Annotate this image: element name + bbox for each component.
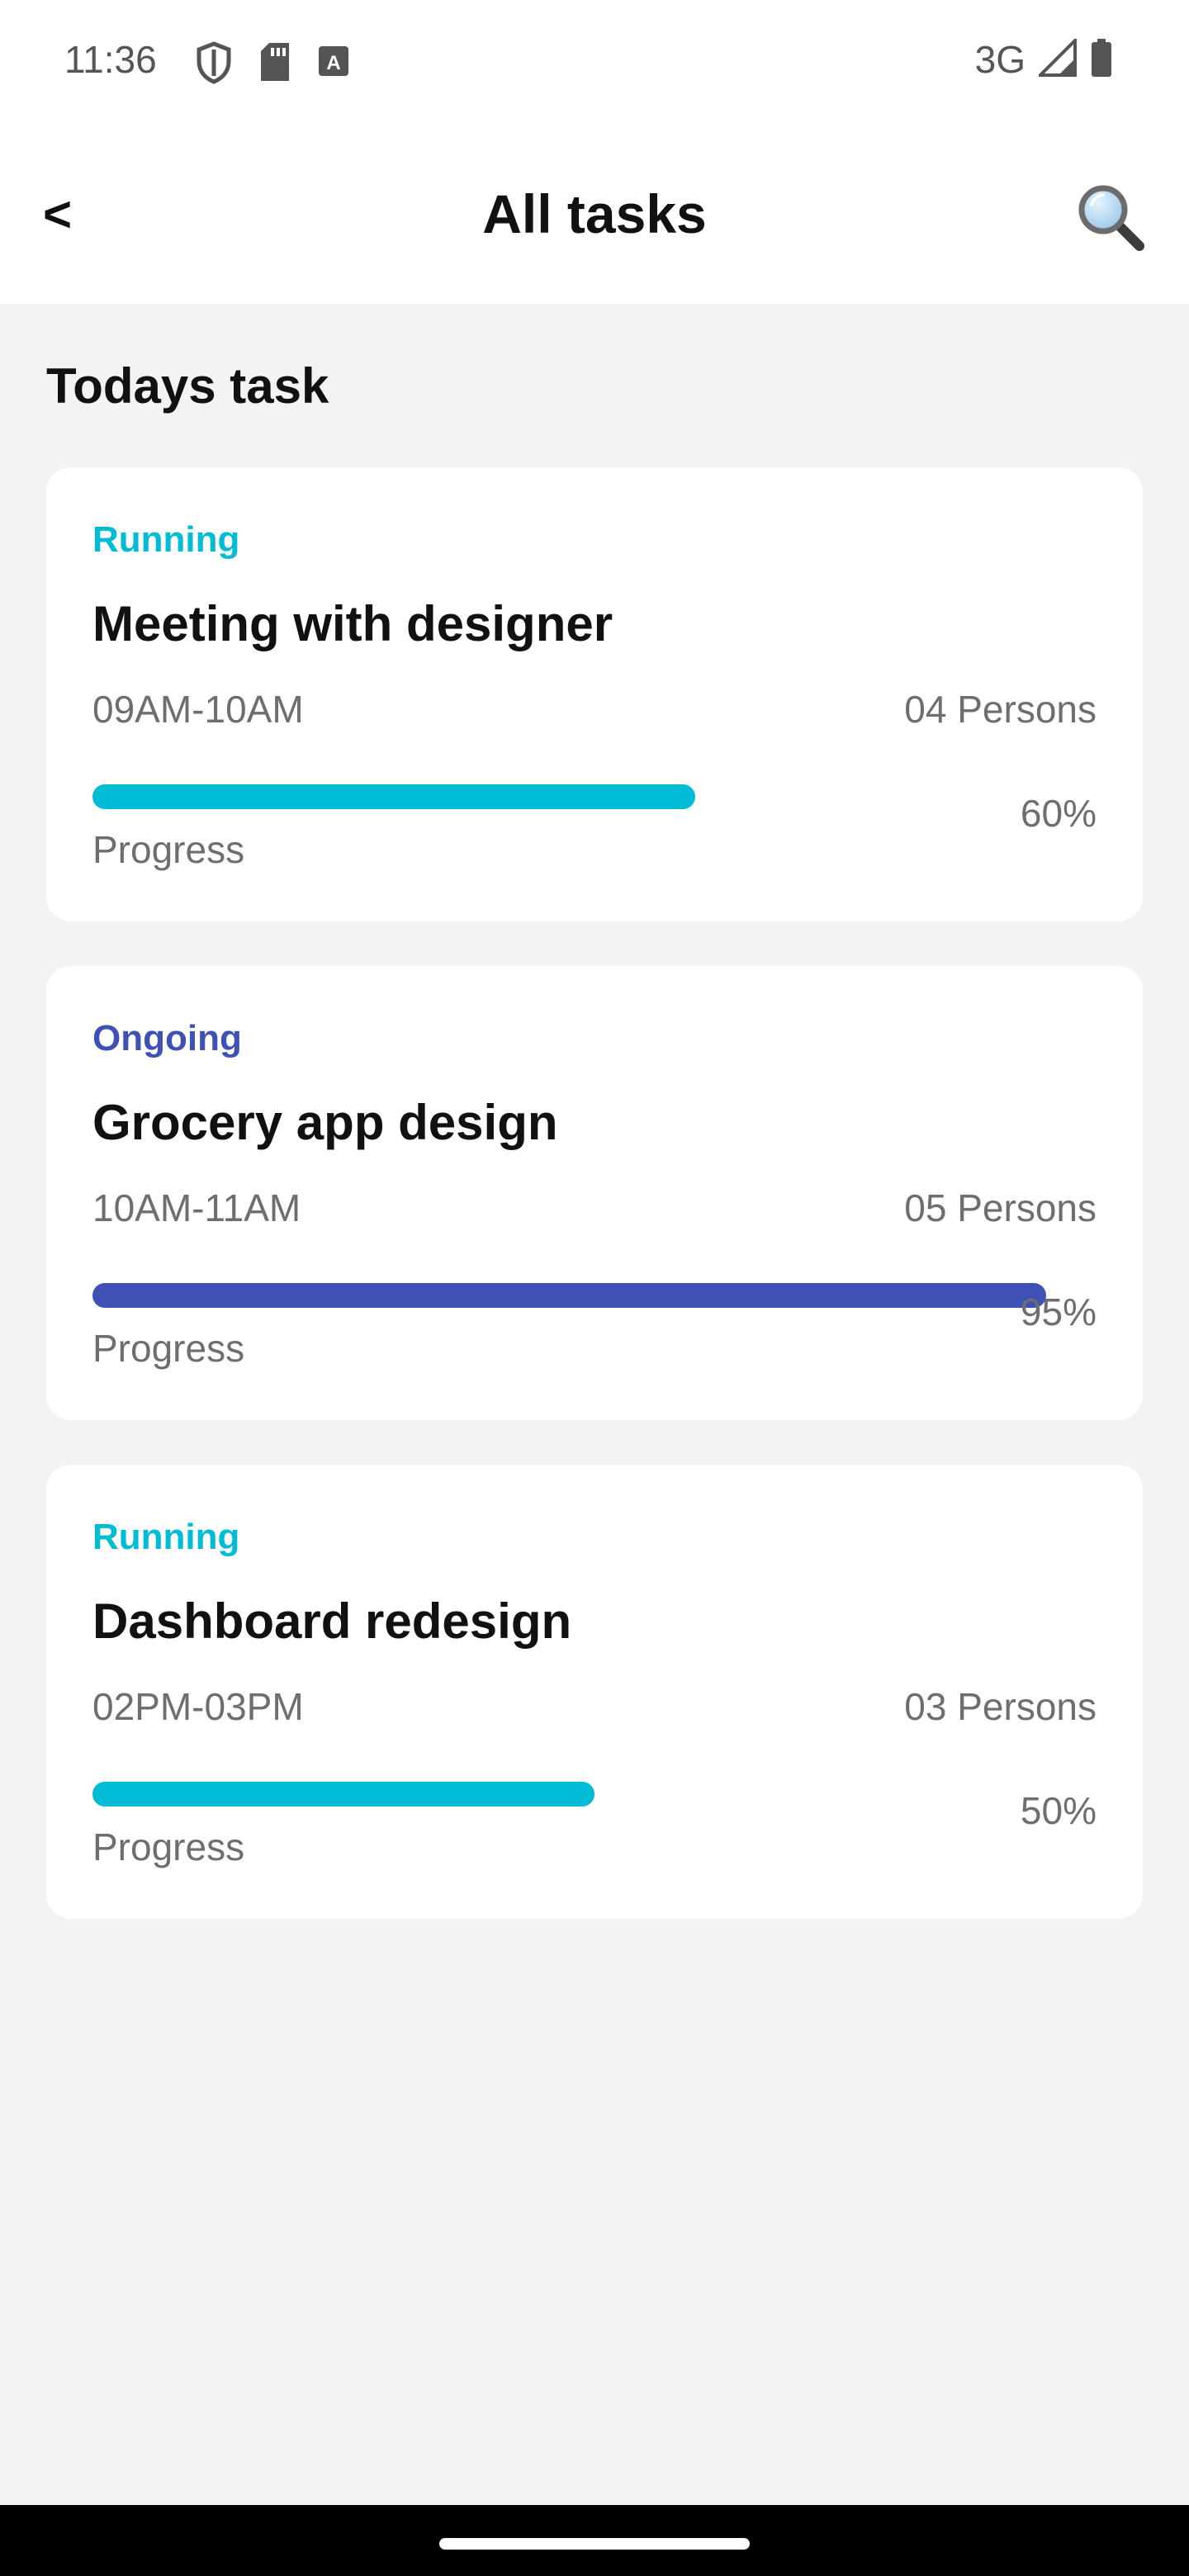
app-bar: < All tasks [0,122,1189,304]
battery-icon [1090,37,1113,83]
task-title: Grocery app design [92,1095,558,1150]
search-icon [1073,185,1148,258]
task-card[interactable]: Running Meeting with designer 09AM-10AM … [46,467,1143,921]
task-persons: 05 Persons [904,1186,1097,1229]
keyboard-a-icon: A [317,41,350,84]
progress-label: Progress [92,1825,245,1868]
task-time: 10AM-11AM [92,1186,301,1229]
svg-text:A: A [326,52,340,74]
progress-bar [92,784,695,809]
task-time: 09AM-10AM [92,688,304,731]
signal-icon [1036,36,1077,81]
sd-card-icon [258,41,292,84]
status-right: 3G [975,36,1113,83]
task-persons: 04 Persons [904,688,1097,731]
home-handle[interactable] [439,2538,750,2550]
status-bar: 11:36 A 3G [0,0,1189,122]
network-type: 3G [974,38,1026,81]
progress-label: Progress [92,1327,245,1370]
navigation-bar [0,2505,1189,2576]
progress-percent: 60% [1020,792,1097,835]
page-title: All tasks [482,183,707,244]
progress-label: Progress [92,828,245,871]
task-status: Running [92,1517,240,1557]
progress-percent: 50% [1020,1789,1097,1832]
search-button[interactable] [1073,180,1148,254]
task-card[interactable]: Running Dashboard redesign 02PM-03PM 03 … [46,1465,1143,1919]
progress-bar [92,1283,1046,1308]
section-title: Todays task [46,358,329,414]
task-persons: 03 Persons [904,1685,1097,1728]
task-title: Meeting with designer [92,596,613,651]
task-title: Dashboard redesign [92,1593,572,1649]
task-status: Running [92,519,240,560]
progress-percent: 95% [1020,1290,1097,1333]
task-time: 02PM-03PM [92,1685,304,1728]
task-status: Ongoing [92,1018,242,1058]
progress-bar [92,1782,594,1807]
status-icons: A [195,41,350,84]
task-card[interactable]: Ongoing Grocery app design 10AM-11AM 05 … [46,966,1143,1420]
status-time: 11:36 [64,38,157,81]
shield-icon [195,41,233,84]
